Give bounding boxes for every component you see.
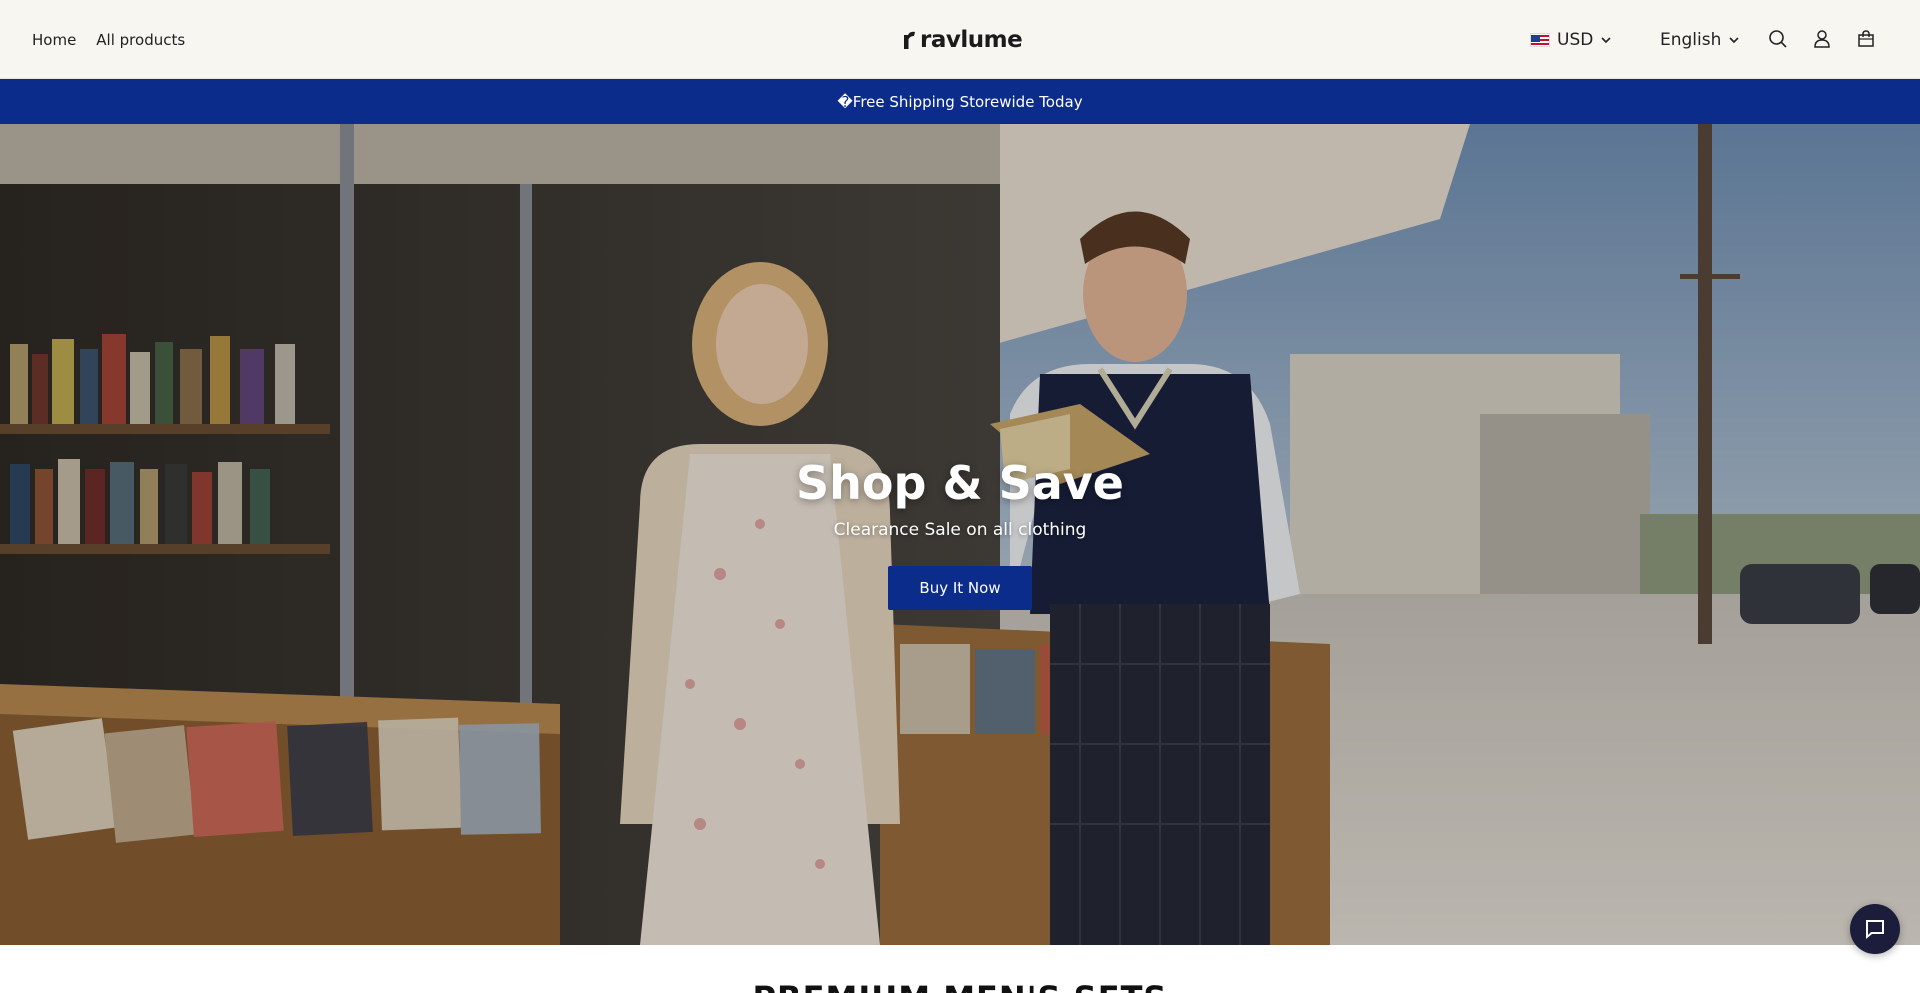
brand-name: ravlume bbox=[920, 27, 1023, 53]
us-flag-icon bbox=[1530, 32, 1550, 47]
language-label: English bbox=[1660, 29, 1722, 50]
buy-it-now-button[interactable]: Buy It Now bbox=[888, 566, 1032, 610]
chevron-down-icon bbox=[1729, 36, 1739, 43]
currency-selector[interactable]: USD bbox=[1530, 0, 1612, 79]
site-header: Home All products ravlume USD English bbox=[0, 0, 1920, 79]
hero-subtitle: Clearance Sale on all clothing bbox=[833, 520, 1087, 540]
nav-link-all-products[interactable]: All products bbox=[96, 31, 185, 49]
main-nav: Home All products bbox=[32, 0, 185, 79]
search-button[interactable] bbox=[1766, 27, 1790, 51]
language-selector[interactable]: English bbox=[1660, 0, 1740, 79]
announcement-bar: �Free Shipping Storewide Today bbox=[0, 79, 1920, 124]
chat-button[interactable] bbox=[1850, 904, 1900, 954]
currency-label: USD bbox=[1557, 29, 1594, 50]
brand-logo[interactable]: ravlume bbox=[903, 26, 1023, 54]
search-icon bbox=[1769, 30, 1787, 48]
cart-button[interactable] bbox=[1854, 27, 1878, 51]
account-icon bbox=[1814, 30, 1830, 48]
announcement-text: �Free Shipping Storewide Today bbox=[837, 92, 1083, 111]
brand-logo-mark-icon bbox=[904, 31, 915, 49]
account-button[interactable] bbox=[1810, 27, 1834, 51]
chevron-down-icon bbox=[1601, 36, 1611, 43]
hero-title: Shop & Save bbox=[796, 456, 1124, 510]
nav-link-home[interactable]: Home bbox=[32, 31, 76, 49]
section-title: PREMIUM MEN'S SETS bbox=[0, 978, 1920, 993]
chat-icon bbox=[1866, 920, 1884, 939]
hero-banner: Shop & Save Clearance Sale on all clothi… bbox=[0, 124, 1920, 945]
cart-icon bbox=[1858, 30, 1874, 47]
